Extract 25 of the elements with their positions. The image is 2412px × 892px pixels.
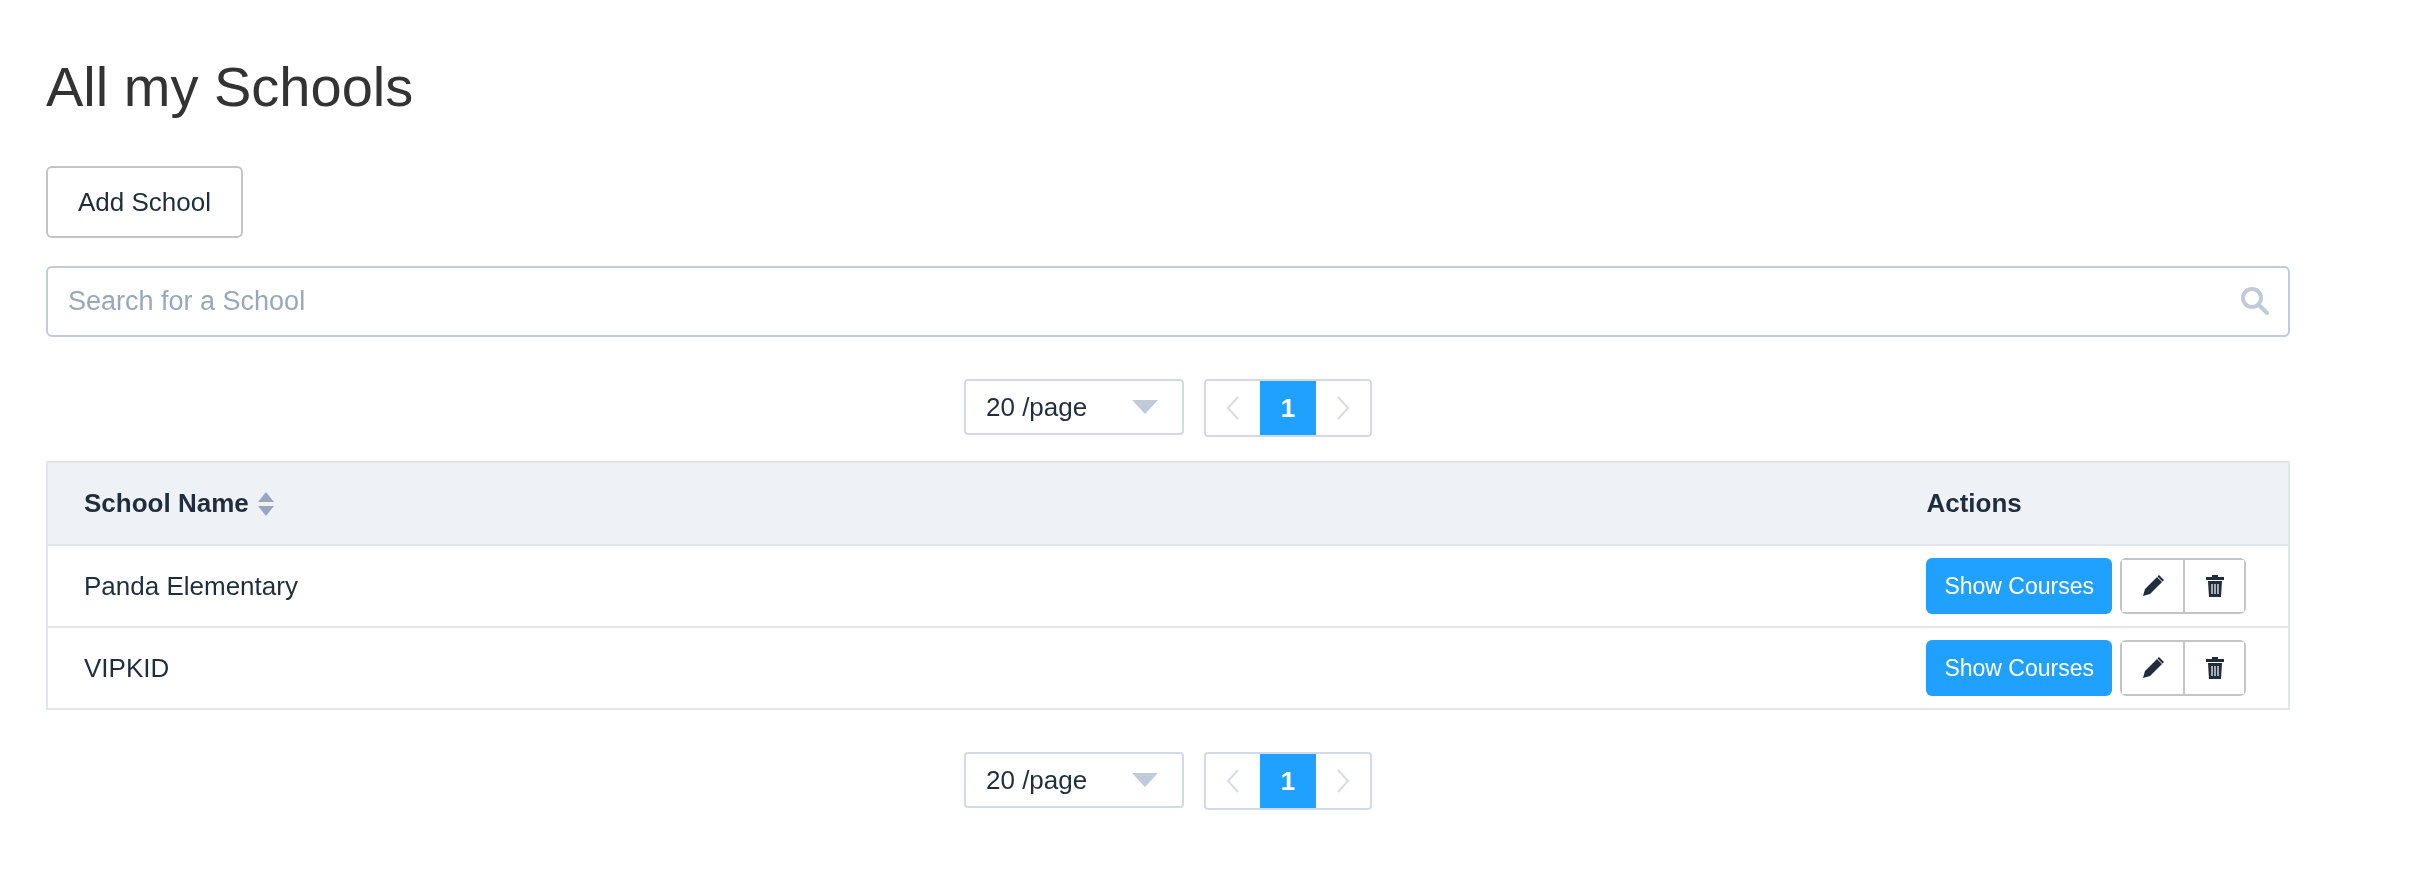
delete-button[interactable] <box>2183 642 2244 694</box>
delete-button[interactable] <box>2183 560 2244 612</box>
pencil-icon <box>2140 656 2165 680</box>
add-school-button[interactable]: Add School <box>46 166 243 238</box>
page-title: All my Schools <box>46 54 415 120</box>
column-header: School Name <box>84 488 249 519</box>
page-size-select[interactable]: 20 /page <box>964 379 1184 435</box>
column-header: Actions <box>1926 488 2022 519</box>
show-courses-button[interactable]: Show Courses <box>1926 640 2112 696</box>
chevron-right-icon <box>1336 395 1350 421</box>
page-size-select[interactable]: 20 /page <box>964 752 1184 808</box>
show-courses-button[interactable]: Show Courses <box>1926 558 2112 614</box>
caret-icon <box>1132 773 1158 787</box>
page-number-button[interactable]: 1 <box>1260 754 1316 808</box>
pencil-icon <box>2140 574 2165 598</box>
chevron-left-icon <box>1226 395 1240 421</box>
search-field[interactable]: Search for a School <box>46 266 2290 337</box>
chevron-right-icon <box>1336 768 1350 794</box>
page-number-button[interactable]: 1 <box>1260 381 1316 435</box>
school-name-cell: VIPKID <box>84 652 170 683</box>
search-icon <box>2240 286 2270 316</box>
school-name-cell: Panda Elementary <box>84 570 298 601</box>
chevron-left-icon <box>1226 768 1240 794</box>
caret-icon <box>1132 400 1158 414</box>
sort-icon[interactable] <box>256 490 275 517</box>
